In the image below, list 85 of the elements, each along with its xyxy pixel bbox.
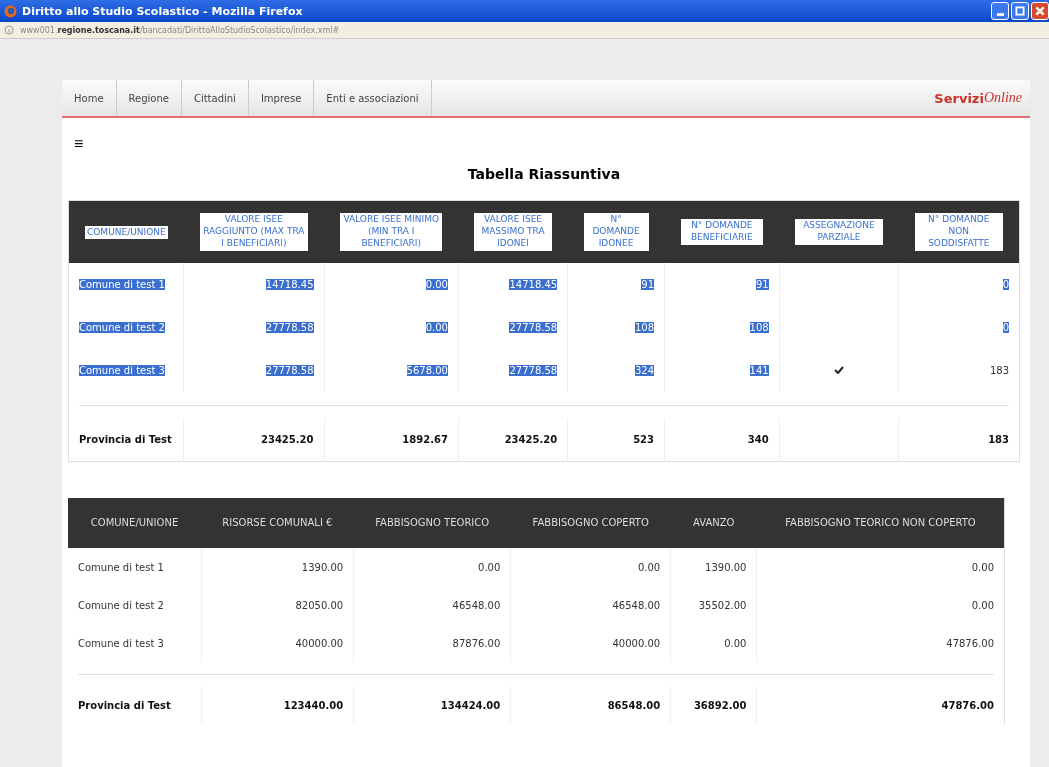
table-cell: 134424.00 xyxy=(353,686,511,724)
browser-icon xyxy=(4,4,17,18)
address-field[interactable]: www001.regione.toscana.it/bancadati/DirittoAlloStudioScolastico/index.xml# xyxy=(20,25,340,35)
table-cell: 1390.00 xyxy=(670,548,757,586)
logo: ServiziOnline xyxy=(934,89,1023,108)
window-title: Diritto allo Studio Scolastico - Mozilla Firefox xyxy=(22,4,304,18)
table-cell: 523 xyxy=(633,434,654,445)
table-cell: Comune di test 1 xyxy=(79,279,165,290)
table-cell: 108 xyxy=(749,322,769,333)
nav-tab[interactable]: Cittadini xyxy=(181,80,249,116)
column-header: ASSEGNAZIONE PARZIALE xyxy=(779,200,899,263)
table-cell: 27778.58 xyxy=(265,322,314,333)
column-header: N° DOMANDE NON SODDISFATTE xyxy=(898,200,1020,263)
table-cell: 46548.00 xyxy=(353,586,511,624)
table-cell: 0.00 xyxy=(510,548,671,586)
table-cell: 40000.00 xyxy=(201,624,354,662)
table-cell: 36892.00 xyxy=(670,686,757,724)
column-header: FABBISOGNO TEORICO xyxy=(353,498,511,548)
column-header: FABBISOGNO TEORICO NON COPERTO xyxy=(756,498,1005,548)
column-header: N° DOMANDE BENEFICIARIE xyxy=(664,200,780,263)
close-icon xyxy=(1034,5,1046,17)
table-cell: 340 xyxy=(747,434,769,445)
table-cell: 0 xyxy=(1002,279,1009,290)
table-cell: 0.00 xyxy=(425,322,448,333)
table-cell: 46548.00 xyxy=(510,586,671,624)
table-cell: 0.00 xyxy=(756,586,1005,624)
column-header: COMUNE/UNIONE xyxy=(68,498,201,548)
nav-tab[interactable]: Home xyxy=(62,80,117,116)
table-cell: 23425.20 xyxy=(504,434,558,445)
table-cell: 14718.45 xyxy=(265,279,314,290)
minimize-icon xyxy=(996,13,1004,16)
table-cell: 0 xyxy=(1002,322,1009,333)
table-cell: 123440.00 xyxy=(201,686,354,724)
column-header: FABBISOGNO COPERTO xyxy=(510,498,671,548)
table-cell: 14718.45 xyxy=(509,279,558,290)
table-cell: 27778.58 xyxy=(509,365,558,376)
info-icon[interactable] xyxy=(4,25,14,35)
menu-button[interactable]: ≡ xyxy=(68,136,90,152)
column-header: COMUNE/UNIONE xyxy=(68,200,184,263)
table-cell: 1892.67 xyxy=(402,434,448,445)
table-cell: 23425.20 xyxy=(261,434,314,445)
column-header: RISORSE COMUNALI € xyxy=(201,498,354,548)
table-cell: Provincia di Test xyxy=(68,686,201,724)
maximize-button[interactable] xyxy=(1011,2,1029,20)
table-cell: Comune di test 3 xyxy=(68,624,201,662)
table-cell: 0.00 xyxy=(425,279,448,290)
maximize-icon xyxy=(1014,5,1026,17)
table-cell: 0.00 xyxy=(353,548,511,586)
check-icon xyxy=(833,366,844,374)
table-cell: Comune di test 2 xyxy=(68,586,201,624)
table-cell: 86548.00 xyxy=(510,686,671,724)
table-cell: 108 xyxy=(634,322,654,333)
nav-tab[interactable]: Regione xyxy=(116,80,182,116)
column-header: N° DOMANDE IDONEE xyxy=(567,200,665,263)
nav-tab[interactable]: Enti e associazioni xyxy=(314,80,432,116)
column-header: VALORE ISEE MINIMO (MIN TRA I BENEFICIARI) xyxy=(324,200,459,263)
column-header: VALORE ISEE RAGGIUNTO (MAX TRA I BENEFICIARI) xyxy=(183,200,324,263)
table-cell: 27778.58 xyxy=(265,365,314,376)
table-cell: 91 xyxy=(755,279,769,290)
table-cell: Provincia di Test xyxy=(79,434,172,445)
table-cell: 87876.00 xyxy=(353,624,511,662)
minimize-button[interactable] xyxy=(991,2,1009,20)
table-cell: 40000.00 xyxy=(510,624,671,662)
table-cell: 27778.58 xyxy=(509,322,558,333)
table-cell: Comune di test 3 xyxy=(79,365,165,376)
column-header: AVANZO xyxy=(670,498,757,548)
table-cell: 183 xyxy=(989,365,1009,376)
table-cell: 141 xyxy=(749,365,769,376)
table-cell: 0.00 xyxy=(670,624,757,662)
table-cell: 82050.00 xyxy=(201,586,354,624)
table-cell: 1390.00 xyxy=(201,548,354,586)
table-cell: 0.00 xyxy=(756,548,1005,586)
column-header: VALORE ISEE MASSIMO TRA IDONEI xyxy=(458,200,568,263)
table-title: Tabella Riassuntiva xyxy=(466,166,622,182)
table-cell: Comune di test 2 xyxy=(79,322,165,333)
table-cell: 35502.00 xyxy=(670,586,757,624)
table-cell: 5678.00 xyxy=(406,365,448,376)
table-cell: 91 xyxy=(641,279,654,290)
table-cell: 183 xyxy=(988,434,1009,445)
table-cell: Comune di test 1 xyxy=(68,548,201,586)
table-cell: 47876.00 xyxy=(756,624,1005,662)
close-button[interactable] xyxy=(1031,2,1049,20)
table-cell: 324 xyxy=(634,365,654,376)
table-cell: 47876.00 xyxy=(756,686,1005,724)
nav-tab[interactable]: Imprese xyxy=(248,80,315,116)
